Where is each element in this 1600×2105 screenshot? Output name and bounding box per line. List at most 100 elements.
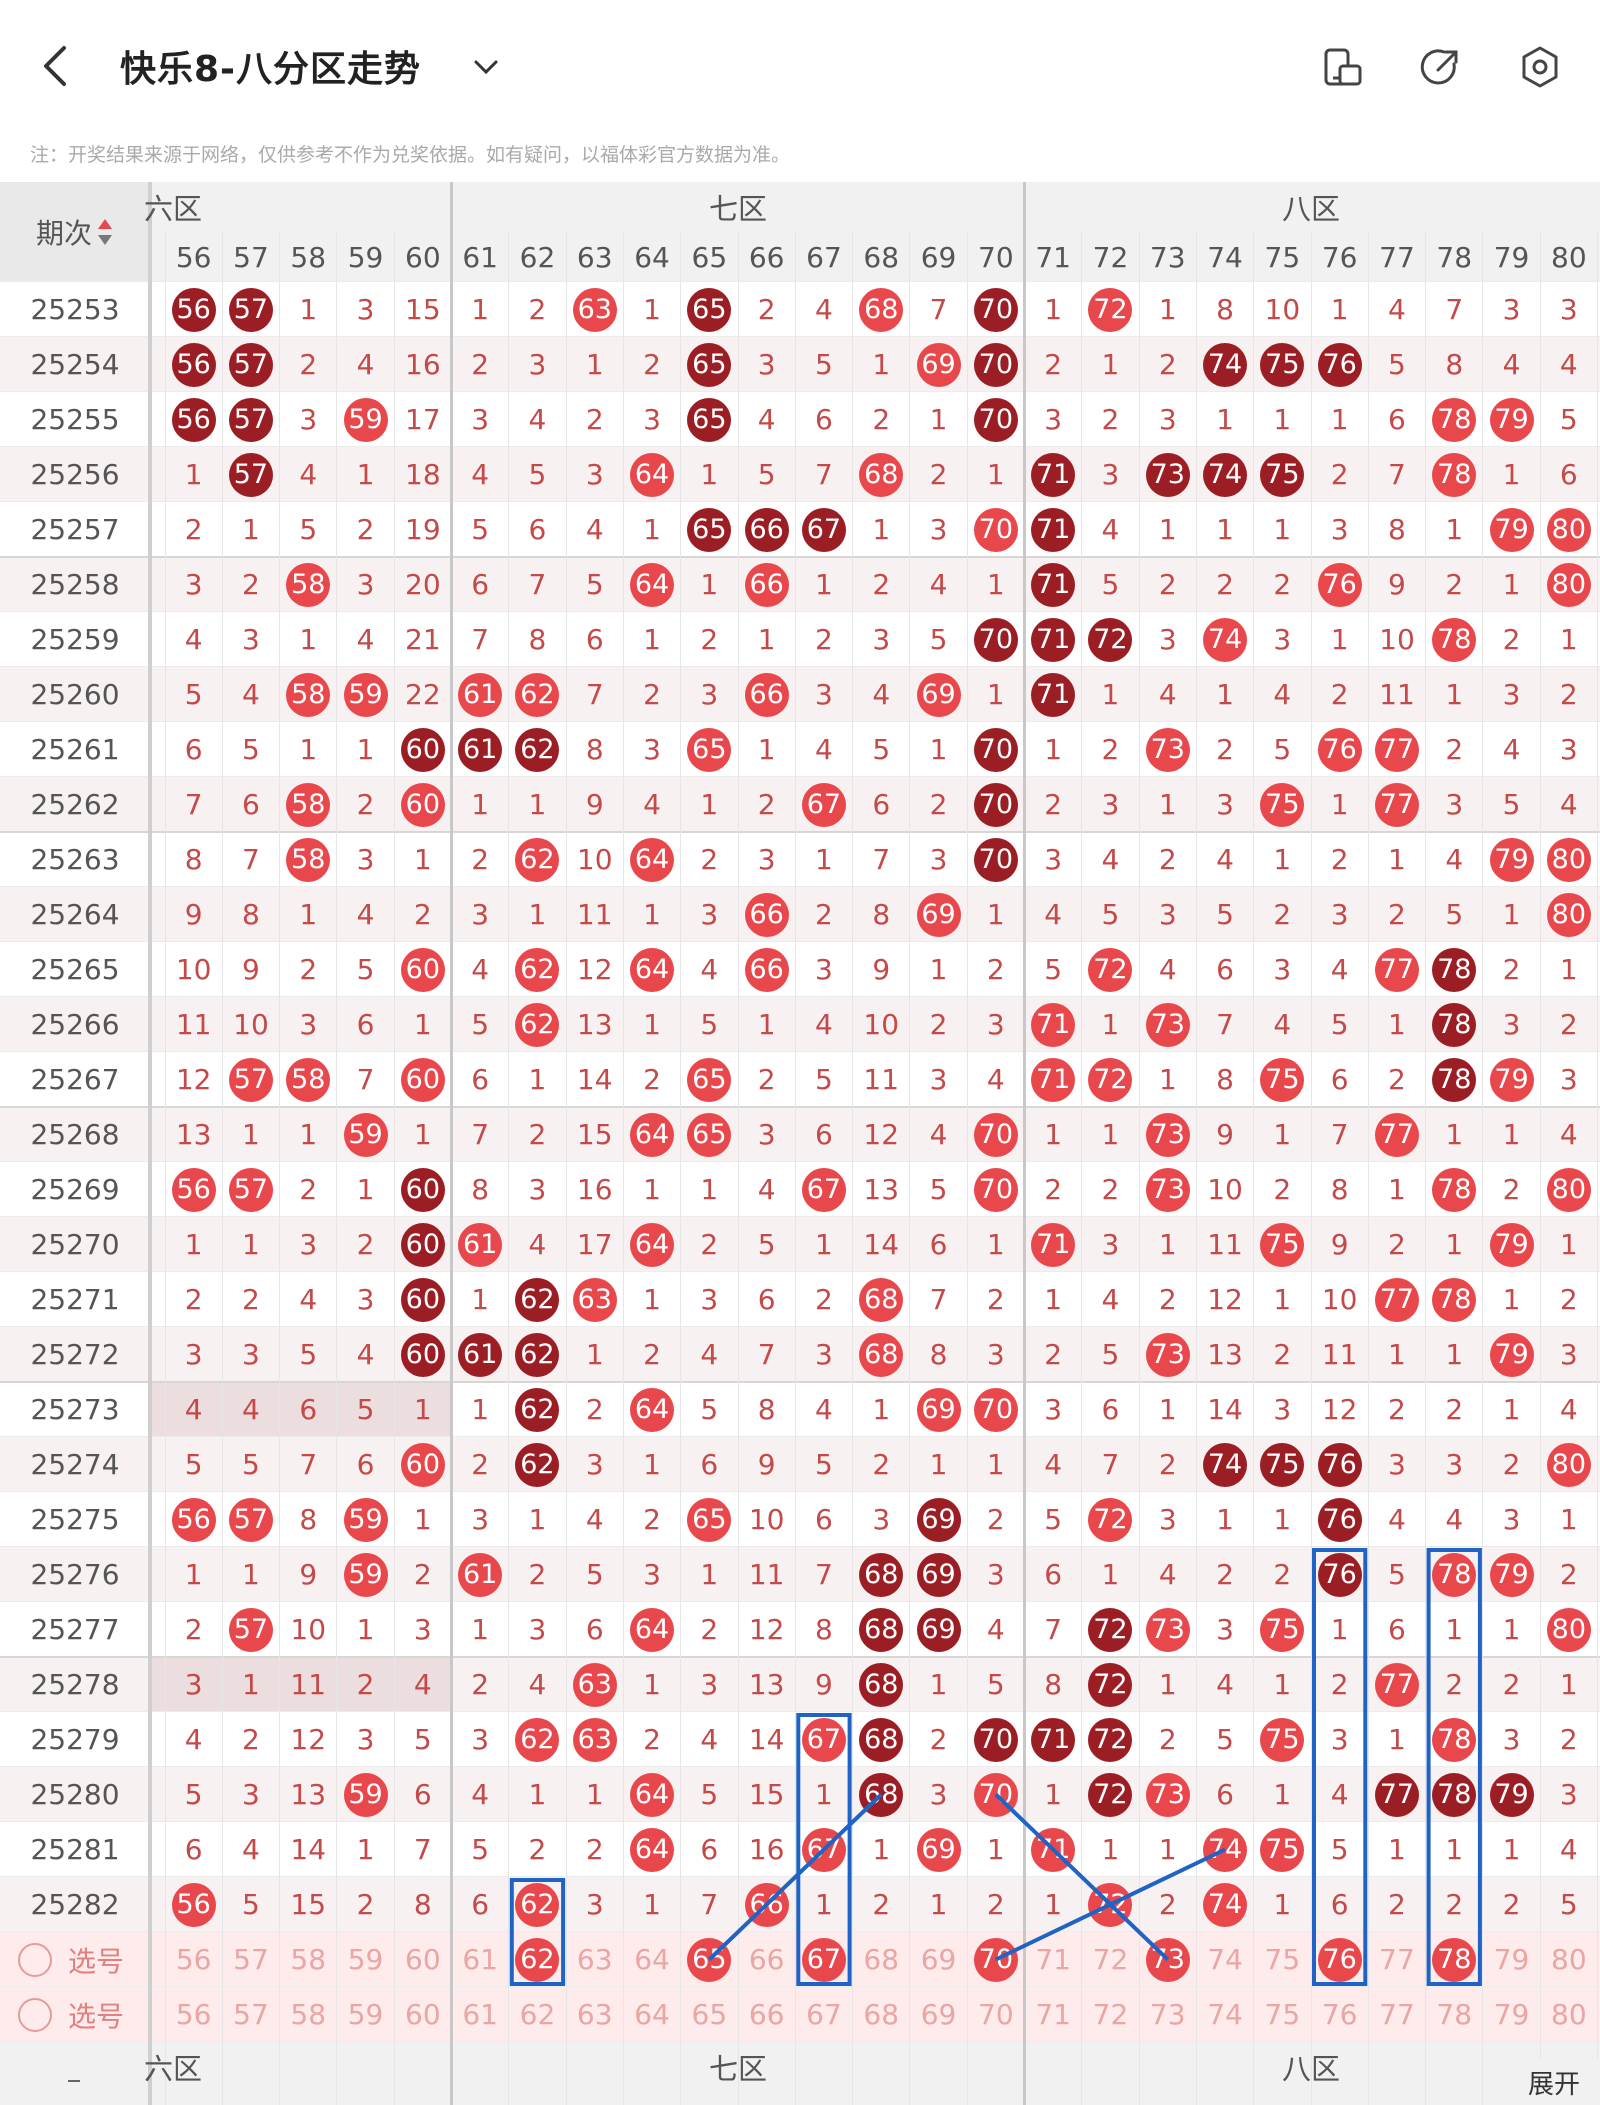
- selectable-number[interactable]: 75: [1254, 1987, 1311, 2042]
- number-ball: 67: [801, 782, 846, 827]
- selectable-number[interactable]: 68: [853, 1932, 910, 1987]
- selectable-number[interactable]: 64: [623, 1932, 680, 1987]
- picked-number-ball[interactable]: 67: [801, 1937, 846, 1982]
- selectable-number[interactable]: 72: [1082, 1987, 1139, 2042]
- expand-button[interactable]: 展开: [1508, 2059, 1600, 2105]
- period-header[interactable]: 期次: [0, 182, 150, 282]
- layout-switch-icon[interactable]: [1320, 44, 1366, 90]
- miss-count-cell: 4: [1330, 1778, 1349, 1811]
- number-ball: 69: [916, 1387, 961, 1432]
- selectable-number[interactable]: 71: [1025, 1987, 1082, 2042]
- miss-count-cell: 4: [700, 953, 719, 986]
- miss-count-cell: 18: [405, 458, 441, 491]
- selectable-number[interactable]: 56: [165, 1932, 222, 1987]
- selectable-number[interactable]: 75: [1254, 1932, 1311, 1987]
- sort-arrows-icon[interactable]: [96, 216, 114, 248]
- miss-count-cell: 17: [405, 403, 441, 436]
- miss-count-cell: 1: [643, 513, 661, 546]
- chevron-down-icon[interactable]: [472, 52, 500, 80]
- selectable-number[interactable]: 58: [280, 1987, 337, 2042]
- settings-icon[interactable]: [1517, 44, 1563, 90]
- number-ball: 62: [515, 1882, 560, 1927]
- selectable-number[interactable]: 60: [394, 1987, 451, 2042]
- number-ball: 78: [1432, 947, 1477, 992]
- selectable-number[interactable]: 58: [280, 1932, 337, 1987]
- selectable-number[interactable]: 74: [1196, 1932, 1253, 1987]
- selectable-number[interactable]: 72: [1082, 1932, 1139, 1987]
- selectable-number[interactable]: 66: [738, 1932, 795, 1987]
- miss-count-cell: 14: [1207, 1393, 1243, 1426]
- number-ball: 66: [744, 1882, 789, 1927]
- selectable-number[interactable]: 67: [795, 1987, 852, 2042]
- miss-count-cell: 3: [700, 1283, 719, 1316]
- selectable-number[interactable]: 79: [1483, 1932, 1540, 1987]
- selectable-number[interactable]: 73: [1139, 1987, 1196, 2042]
- selectable-number[interactable]: 61: [452, 1987, 509, 2042]
- column-header: 73: [1149, 240, 1186, 274]
- page-title[interactable]: 快乐8-八分区走势: [120, 40, 421, 92]
- selectable-number[interactable]: 61: [452, 1932, 509, 1987]
- miss-count-cell: 3: [1445, 788, 1464, 821]
- selectable-number[interactable]: 56: [165, 1987, 222, 2042]
- picked-number-ball[interactable]: 76: [1317, 1937, 1362, 1982]
- selectable-number[interactable]: 70: [967, 1987, 1024, 2042]
- selectable-number[interactable]: 57: [222, 1987, 279, 2042]
- number-ball: 68: [859, 1552, 904, 1597]
- selectable-number[interactable]: 76: [1311, 1987, 1368, 2042]
- picked-number-ball[interactable]: 73: [1145, 1937, 1190, 1982]
- period-cell: 25281: [30, 1833, 120, 1866]
- selectable-number[interactable]: 57: [222, 1932, 279, 1987]
- miss-count-cell: 1: [1502, 1393, 1521, 1426]
- miss-count-cell: 1: [643, 1888, 661, 1921]
- number-ball: 61: [458, 672, 503, 717]
- selectable-number[interactable]: 68: [853, 1987, 910, 2042]
- select-number-button[interactable]: 选号: [18, 1932, 150, 1987]
- selectable-number[interactable]: 59: [337, 1932, 394, 1987]
- selectable-number[interactable]: 69: [910, 1987, 967, 2042]
- picked-number-ball[interactable]: 65: [687, 1937, 732, 1982]
- selectable-number[interactable]: 77: [1368, 1932, 1425, 1987]
- radio-circle-icon[interactable]: [18, 1942, 52, 1977]
- selectable-number[interactable]: 64: [623, 1987, 680, 2042]
- selectable-number[interactable]: 63: [566, 1987, 623, 2042]
- number-ball: 60: [400, 1277, 445, 1322]
- selectable-number[interactable]: 80: [1540, 1932, 1597, 1987]
- miss-count-cell: 2: [986, 953, 1005, 986]
- select-number-button[interactable]: 选号: [18, 1987, 150, 2042]
- share-icon[interactable]: [1418, 44, 1464, 90]
- selectable-number[interactable]: 77: [1368, 1987, 1425, 2042]
- selectable-number[interactable]: 63: [566, 1932, 623, 1987]
- column-header: 71: [1035, 240, 1071, 274]
- miss-count-cell: 3: [356, 1283, 375, 1316]
- radio-circle-icon[interactable]: [18, 1997, 52, 2032]
- back-chevron-icon[interactable]: [40, 44, 70, 88]
- selectable-number[interactable]: 62: [509, 1987, 566, 2042]
- miss-count-cell: 5: [242, 733, 260, 766]
- picked-number-ball[interactable]: 78: [1432, 1937, 1477, 1982]
- selectable-number[interactable]: 65: [681, 1987, 738, 2042]
- miss-count-cell: 1: [643, 1283, 661, 1316]
- miss-count-cell: 5: [1330, 1008, 1349, 1041]
- miss-count-cell: 14: [863, 1228, 900, 1261]
- back-button[interactable]: [40, 40, 84, 92]
- selectable-number[interactable]: 60: [394, 1932, 451, 1987]
- selectable-number[interactable]: 80: [1540, 1987, 1597, 2042]
- miss-count-cell: 3: [872, 623, 891, 656]
- miss-count-cell: 3: [242, 1778, 260, 1811]
- selectable-number[interactable]: 66: [738, 1987, 795, 2042]
- selectable-number[interactable]: 69: [910, 1932, 967, 1987]
- miss-count-cell: 2: [356, 1668, 375, 1701]
- miss-count-cell: 3: [1559, 1063, 1578, 1096]
- miss-count-cell: 1: [1273, 1778, 1292, 1811]
- selectable-number[interactable]: 79: [1483, 1987, 1540, 2042]
- picked-number-ball[interactable]: 70: [973, 1937, 1018, 1982]
- selectable-number[interactable]: 78: [1426, 1987, 1483, 2042]
- zone-label-seven-footer: 七区: [708, 2052, 767, 2086]
- miss-count-cell: 3: [929, 843, 948, 876]
- selectable-number[interactable]: 71: [1025, 1932, 1082, 1987]
- selectable-number[interactable]: 74: [1196, 1987, 1253, 2042]
- number-ball: 61: [458, 1552, 503, 1597]
- miss-count-cell: 4: [1388, 293, 1406, 326]
- picked-number-ball[interactable]: 62: [515, 1937, 560, 1982]
- selectable-number[interactable]: 59: [337, 1987, 394, 2042]
